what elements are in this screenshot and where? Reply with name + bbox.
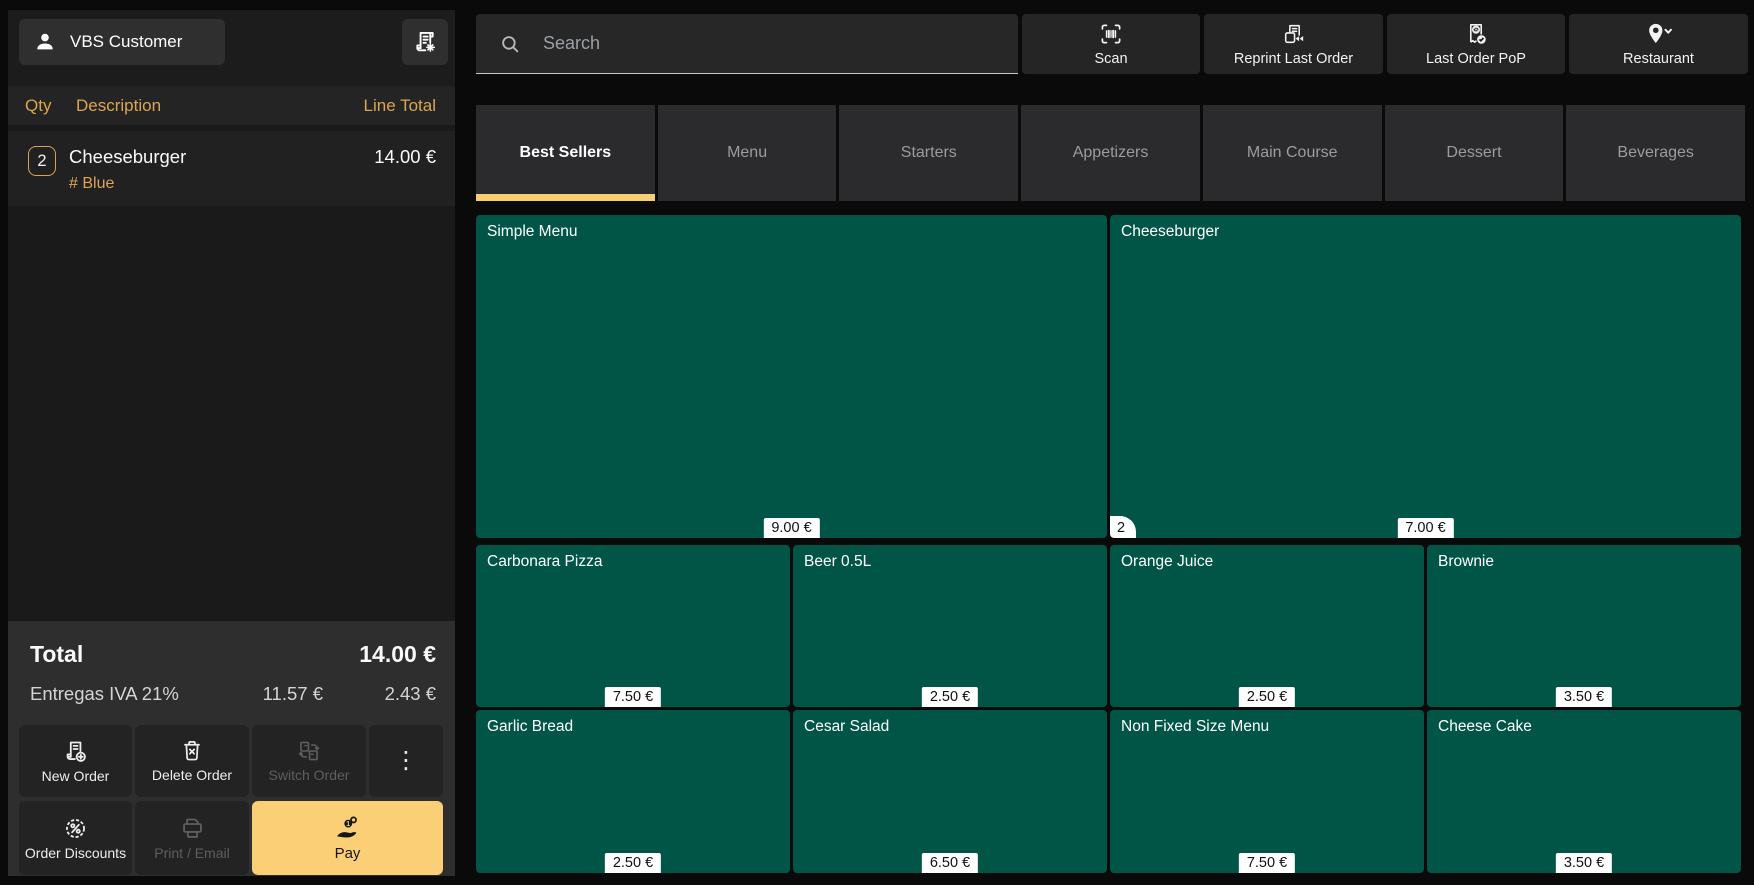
trash-x-icon: [179, 738, 205, 764]
product-row: Simple Menu 9.00 € Cheeseburger 2 7.00 €: [476, 215, 1741, 538]
quantity-badge: 2: [28, 146, 56, 176]
tab-beverages[interactable]: Beverages: [1566, 105, 1745, 201]
customer-name: VBS Customer: [70, 32, 182, 52]
more-actions-button[interactable]: ⋮: [369, 725, 443, 797]
order-discounts-button[interactable]: Order Discounts: [19, 801, 132, 875]
receipt-dollar-check-icon: $: [1463, 21, 1489, 47]
order-settings-button[interactable]: [402, 19, 448, 65]
top-bar: Scan Reprint Last Order $ Last Order PoP: [476, 14, 1748, 74]
line-total-column-header: Line Total: [364, 96, 436, 116]
product-tile-non-fixed-size-menu[interactable]: Non Fixed Size Menu 7.50 €: [1110, 710, 1424, 873]
search-field[interactable]: [476, 14, 1018, 74]
category-tabs: Best Sellers Menu Starters Appetizers Ma…: [476, 105, 1745, 201]
total-label: Total: [30, 641, 83, 668]
product-tile-cheeseburger[interactable]: Cheeseburger 2 7.00 €: [1110, 215, 1741, 538]
tab-starters[interactable]: Starters: [839, 105, 1018, 201]
product-tile-beer[interactable]: Beer 0.5L 2.50 €: [793, 545, 1107, 707]
product-name: Cheese Cake: [1438, 718, 1532, 735]
search-icon: [499, 33, 521, 55]
product-tile-cheese-cake[interactable]: Cheese Cake 3.50 €: [1427, 710, 1741, 873]
product-name: Brownie: [1438, 553, 1494, 570]
tab-menu[interactable]: Menu: [658, 105, 837, 201]
print-email-button[interactable]: Print / Email: [135, 801, 249, 875]
cart-quantity-badge: 2: [1110, 516, 1136, 538]
product-name: Cesar Salad: [804, 718, 889, 735]
location-pin-chevron-icon: [1644, 21, 1674, 47]
reprint-last-order-button[interactable]: Reprint Last Order: [1204, 14, 1383, 74]
product-grid: Simple Menu 9.00 € Cheeseburger 2 7.00 €…: [476, 215, 1741, 873]
price-chip: 2.50 €: [1239, 687, 1295, 707]
tab-dessert[interactable]: Dessert: [1385, 105, 1564, 201]
switch-order-icon: [295, 738, 323, 764]
product-name: Carbonara Pizza: [487, 553, 602, 570]
printer-icon: [179, 815, 206, 842]
order-line-body: Cheeseburger 14.00 € # Blue: [69, 146, 436, 193]
price-chip: 3.50 €: [1556, 853, 1612, 873]
product-row: Carbonara Pizza 7.50 € Beer 0.5L 2.50 € …: [476, 545, 1741, 707]
switch-order-button[interactable]: Switch Order: [252, 725, 366, 797]
price-chip: 2.50 €: [922, 687, 978, 707]
hand-coins-icon: 1: [333, 814, 363, 842]
new-order-icon: [62, 738, 89, 765]
product-row: Garlic Bread 2.50 € Cesar Salad 6.50 € N…: [476, 710, 1741, 873]
product-tile-brownie[interactable]: Brownie 3.50 €: [1427, 545, 1741, 707]
price-chip: 7.50 €: [605, 687, 661, 707]
order-line-total: 14.00 €: [374, 146, 436, 168]
tax-label: Entregas IVA 21%: [30, 683, 179, 705]
new-order-button[interactable]: New Order: [19, 725, 132, 797]
order-line-cheeseburger[interactable]: 2 Cheeseburger 14.00 € # Blue: [8, 131, 455, 206]
sidebar-top-bar: VBS Customer: [8, 10, 455, 74]
restaurant-location-button[interactable]: Restaurant: [1569, 14, 1748, 74]
price-chip: 7.00 €: [1397, 518, 1453, 538]
scan-button[interactable]: Scan: [1022, 14, 1200, 74]
receipt-gear-icon: [411, 28, 439, 56]
search-input[interactable]: [541, 32, 1018, 55]
tax-amount-value: 2.43 €: [323, 683, 436, 705]
total-value: 14.00 €: [359, 641, 436, 668]
price-chip: 3.50 €: [1556, 687, 1612, 707]
person-icon: [34, 31, 56, 53]
product-name: Cheeseburger: [1121, 223, 1219, 240]
product-tile-carbonara-pizza[interactable]: Carbonara Pizza 7.50 €: [476, 545, 790, 707]
order-line-name: Cheeseburger: [69, 146, 186, 168]
order-columns-header: Qty Description Line Total: [8, 86, 455, 125]
product-tile-orange-juice[interactable]: Orange Juice 2.50 €: [1110, 545, 1424, 707]
svg-text:1: 1: [346, 821, 350, 828]
price-chip: 2.50 €: [605, 853, 661, 873]
customer-button[interactable]: VBS Customer: [19, 19, 225, 65]
qty-column-header: Qty: [25, 96, 76, 116]
price-chip: 6.50 €: [922, 853, 978, 873]
order-line-modifier: # Blue: [69, 175, 436, 193]
totals-panel: Total 14.00 € Entregas IVA 21% 11.57 € 2…: [8, 621, 455, 876]
tab-main-course[interactable]: Main Course: [1203, 105, 1382, 201]
product-name: Garlic Bread: [487, 718, 573, 735]
tax-net-value: 11.57 €: [179, 683, 323, 705]
active-tab-underline: [476, 194, 655, 201]
product-name: Non Fixed Size Menu: [1121, 718, 1269, 735]
order-sidebar: VBS Customer Qty Description Line Total: [8, 10, 455, 876]
product-tile-cesar-salad[interactable]: Cesar Salad 6.50 €: [793, 710, 1107, 873]
discount-badge-icon: [62, 815, 89, 842]
description-column-header: Description: [76, 96, 161, 116]
product-name: Orange Juice: [1121, 553, 1213, 570]
product-tile-garlic-bread[interactable]: Garlic Bread 2.50 €: [476, 710, 790, 873]
reprint-receipt-icon: [1280, 21, 1307, 47]
tab-appetizers[interactable]: Appetizers: [1021, 105, 1200, 201]
delete-order-button[interactable]: Delete Order: [135, 725, 249, 797]
order-lines-list: 2 Cheeseburger 14.00 € # Blue: [8, 125, 455, 621]
svg-text:$: $: [1474, 27, 1478, 34]
product-tile-simple-menu[interactable]: Simple Menu 9.00 €: [476, 215, 1107, 538]
last-order-pop-button[interactable]: $ Last Order PoP: [1387, 14, 1565, 74]
kebab-menu-icon: ⋮: [394, 749, 418, 773]
product-name: Simple Menu: [487, 223, 577, 240]
product-name: Beer 0.5L: [804, 553, 871, 570]
price-chip: 9.00 €: [763, 518, 819, 538]
order-actions-grid: New Order Delete Order: [19, 725, 443, 875]
pay-button[interactable]: 1 Pay: [252, 801, 443, 875]
price-chip: 7.50 €: [1239, 853, 1295, 873]
tab-best-sellers[interactable]: Best Sellers: [476, 105, 655, 201]
barcode-scan-icon: [1097, 21, 1125, 47]
